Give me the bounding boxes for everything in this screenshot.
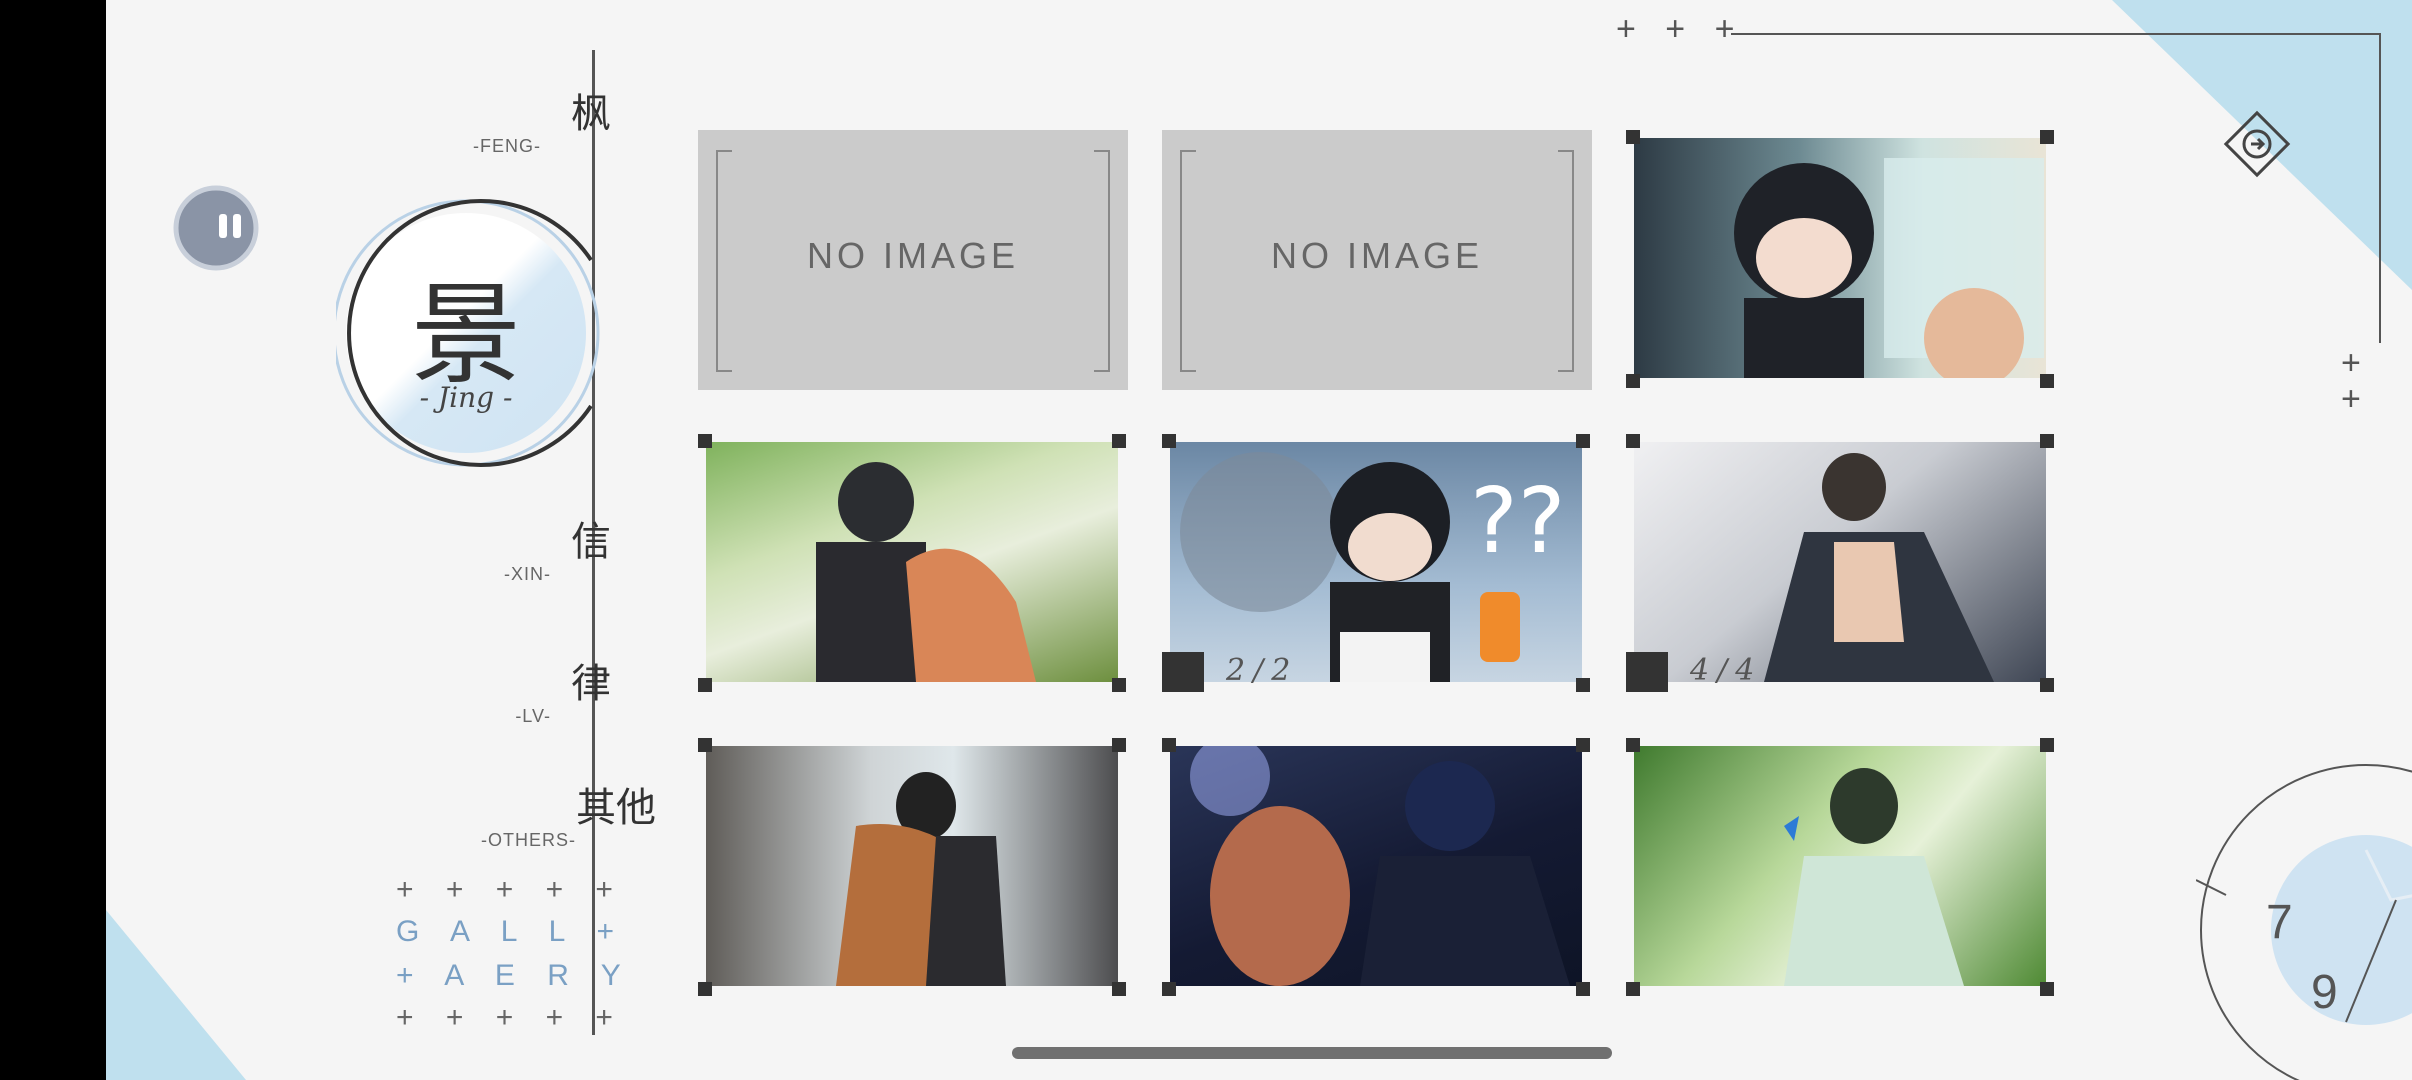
no-image-label: NO IMAGE <box>1270 235 1484 276</box>
horizontal-scrollbar[interactable] <box>1012 1047 1612 1059</box>
corner-handle <box>1626 738 1640 752</box>
gallery-card-9[interactable] <box>1626 738 2054 996</box>
corner-handle <box>2040 374 2054 388</box>
corner-handle <box>698 738 712 752</box>
gallery-screen: 枫 -FENG- 景 - Jing - 信 -XIN- 律 -LV- 其他 -O <box>106 0 2412 1080</box>
enter-arrow-icon[interactable] <box>2221 108 2293 180</box>
corner-handle <box>1112 434 1126 448</box>
corner-handle <box>1162 434 1176 448</box>
corner-handle <box>1626 982 1640 996</box>
plus-row-1: + + + + + <box>396 873 625 906</box>
corner-handle <box>698 434 712 448</box>
gallery-card-1[interactable]: NO IMAGE <box>698 130 1128 390</box>
top-frame-line <box>1731 33 2381 35</box>
no-image-placeholder: NO IMAGE <box>698 130 1128 390</box>
nav-item-lv-sublabel: -LV- <box>515 706 551 726</box>
thumbnail-image <box>1170 746 1582 986</box>
nav-item-xin-label: 信 <box>571 519 611 565</box>
character-illustration <box>836 772 1006 986</box>
no-image-placeholder: NO IMAGE <box>1162 130 1592 390</box>
thumbnail-image <box>706 746 1118 986</box>
nav-item-others-sublabel: -OTHERS- <box>481 830 576 850</box>
nav-item-lv[interactable]: 律 -LV- <box>401 662 611 727</box>
plus-row-2: + + + + + <box>396 1001 625 1034</box>
corner-decoration-bottom-left <box>106 910 246 1080</box>
gallery-card-8[interactable] <box>1162 738 1590 996</box>
gallery-card-4[interactable] <box>698 434 1126 692</box>
corner-handle <box>1576 678 1590 692</box>
gallery-text-row-1: G A L L + <box>396 915 627 948</box>
corner-handle <box>1162 738 1176 752</box>
thumbnail-image <box>706 442 1118 682</box>
corner-handle <box>698 678 712 692</box>
gallery-wordmark: + + + + + G A L L + + A E R Y + + + + + <box>396 870 633 1038</box>
gallery-card-6[interactable]: 4/4 <box>1626 434 2054 692</box>
nav-item-xin-sublabel: -XIN- <box>504 564 551 584</box>
character-illustration <box>816 462 1036 682</box>
corner-handle <box>1626 374 1640 388</box>
corner-handle <box>2040 434 2054 448</box>
corner-handle <box>2040 678 2054 692</box>
variant-count: 4/4 <box>1690 653 1763 688</box>
gallery-text-row-2: + A E R Y <box>396 959 633 992</box>
corner-handle <box>1576 982 1590 996</box>
nav-item-jing-selected[interactable]: 景 - Jing - <box>332 185 636 485</box>
plus-mark: + <box>2341 344 2361 382</box>
nav-item-feng-sublabel: -FENG- <box>473 136 541 156</box>
corner-handle <box>698 982 712 996</box>
gallery-card-7[interactable] <box>698 738 1126 996</box>
variant-count: 2/2 <box>1226 653 1299 688</box>
right-plus-decoration: + + <box>2341 345 2361 417</box>
corner-handle <box>1112 678 1126 692</box>
corner-handle <box>2040 982 2054 996</box>
corner-handle <box>2040 738 2054 752</box>
nav-item-others[interactable]: 其他 -OTHERS- <box>386 786 656 851</box>
thumbnail-image <box>1634 138 2046 378</box>
device-black-bar <box>0 0 106 1080</box>
thumbnail-image: ?? <box>1170 442 1582 682</box>
gallery-card-2[interactable]: NO IMAGE <box>1162 130 1592 390</box>
page-current: 7 <box>2266 896 2293 949</box>
svg-text:??: ?? <box>1470 469 1566 574</box>
right-frame-line <box>2379 33 2381 343</box>
thumbnail-image <box>1634 746 2046 986</box>
nav-item-others-label: 其他 <box>576 785 656 831</box>
nav-item-lv-label: 律 <box>571 661 611 707</box>
character-illustration <box>1190 746 1570 986</box>
variant-badge <box>1626 652 1668 692</box>
thumbnail-image <box>1634 442 2046 682</box>
corner-handle <box>1112 982 1126 996</box>
character-illustration <box>1764 453 1994 682</box>
character-illustration <box>1784 768 1964 986</box>
variant-badge <box>1162 652 1204 692</box>
top-plus-decoration: + + + <box>1616 10 1745 48</box>
nav-item-jing-sublabel: - Jing - <box>419 381 513 414</box>
nav-item-feng-label: 枫 <box>571 91 611 137</box>
gallery-card-3[interactable] <box>1626 130 2054 388</box>
gallery-card-5[interactable]: ?? 2/2 <box>1162 434 1590 692</box>
corner-handle <box>1626 434 1640 448</box>
corner-handle <box>1162 982 1176 996</box>
corner-handle <box>1576 434 1590 448</box>
corner-handle <box>1626 130 1640 144</box>
pause-icon[interactable] <box>171 180 261 276</box>
character-illustration: ?? <box>1180 452 1566 682</box>
no-image-label: NO IMAGE <box>806 235 1020 276</box>
nav-item-xin[interactable]: 信 -XIN- <box>401 520 611 585</box>
plus-mark: + <box>2341 380 2361 418</box>
page-total: 9 <box>2311 966 2338 1019</box>
character-illustration <box>1734 158 2044 378</box>
corner-handle <box>1576 738 1590 752</box>
page-indicator-dial <box>2196 764 2412 1080</box>
corner-handle <box>1112 738 1126 752</box>
corner-handle <box>2040 130 2054 144</box>
nav-item-feng[interactable]: 枫 -FENG- <box>401 92 611 157</box>
